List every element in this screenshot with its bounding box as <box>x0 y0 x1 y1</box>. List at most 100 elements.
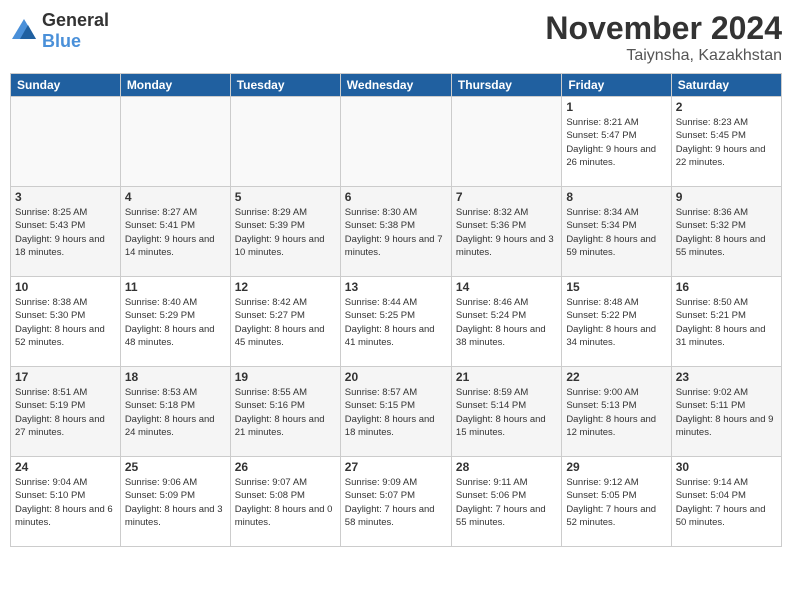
calendar-cell: 6 Sunrise: 8:30 AM Sunset: 5:38 PM Daylig… <box>340 187 451 277</box>
calendar-cell: 19 Sunrise: 8:55 AM Sunset: 5:16 PM Dayli… <box>230 367 340 457</box>
day-header-thursday: Thursday <box>451 74 561 97</box>
calendar-cell: 4 Sunrise: 8:27 AM Sunset: 5:41 PM Daylig… <box>120 187 230 277</box>
day-number: 12 <box>235 280 336 294</box>
page-title: November 2024 <box>545 10 782 47</box>
calendar-cell: 17 Sunrise: 8:51 AM Sunset: 5:19 PM Dayli… <box>11 367 121 457</box>
day-info: Sunrise: 8:30 AM Sunset: 5:38 PM Dayligh… <box>345 206 447 259</box>
day-number: 16 <box>676 280 777 294</box>
day-number: 27 <box>345 460 447 474</box>
day-info: Sunrise: 8:55 AM Sunset: 5:16 PM Dayligh… <box>235 386 336 439</box>
day-info: Sunrise: 8:40 AM Sunset: 5:29 PM Dayligh… <box>125 296 226 349</box>
calendar-cell: 27 Sunrise: 9:09 AM Sunset: 5:07 PM Dayli… <box>340 457 451 547</box>
day-info: Sunrise: 9:11 AM Sunset: 5:06 PM Dayligh… <box>456 476 557 529</box>
calendar-cell <box>120 97 230 187</box>
logo-blue-text: Blue <box>42 31 109 52</box>
calendar-cell <box>340 97 451 187</box>
day-info: Sunrise: 8:46 AM Sunset: 5:24 PM Dayligh… <box>456 296 557 349</box>
calendar-cell: 7 Sunrise: 8:32 AM Sunset: 5:36 PM Daylig… <box>451 187 561 277</box>
day-header-monday: Monday <box>120 74 230 97</box>
calendar-cell: 22 Sunrise: 9:00 AM Sunset: 5:13 PM Dayli… <box>562 367 671 457</box>
day-info: Sunrise: 8:50 AM Sunset: 5:21 PM Dayligh… <box>676 296 777 349</box>
day-number: 25 <box>125 460 226 474</box>
day-number: 22 <box>566 370 666 384</box>
day-number: 19 <box>235 370 336 384</box>
calendar-table: SundayMondayTuesdayWednesdayThursdayFrid… <box>10 73 782 547</box>
day-number: 9 <box>676 190 777 204</box>
day-info: Sunrise: 8:36 AM Sunset: 5:32 PM Dayligh… <box>676 206 777 259</box>
day-info: Sunrise: 8:34 AM Sunset: 5:34 PM Dayligh… <box>566 206 666 259</box>
day-number: 1 <box>566 100 666 114</box>
day-number: 7 <box>456 190 557 204</box>
calendar-cell: 9 Sunrise: 8:36 AM Sunset: 5:32 PM Daylig… <box>671 187 781 277</box>
calendar-cell: 18 Sunrise: 8:53 AM Sunset: 5:18 PM Dayli… <box>120 367 230 457</box>
day-info: Sunrise: 8:42 AM Sunset: 5:27 PM Dayligh… <box>235 296 336 349</box>
calendar-cell: 14Sunrise: 8:46 AM Sunset: 5:24 PM Dayli… <box>451 277 561 367</box>
day-info: Sunrise: 8:32 AM Sunset: 5:36 PM Dayligh… <box>456 206 557 259</box>
calendar-cell <box>451 97 561 187</box>
title-block: November 2024 Taiynsha, Kazakhstan <box>545 10 782 65</box>
day-number: 5 <box>235 190 336 204</box>
day-info: Sunrise: 8:53 AM Sunset: 5:18 PM Dayligh… <box>125 386 226 439</box>
day-number: 21 <box>456 370 557 384</box>
logo: General Blue <box>10 10 109 52</box>
calendar-cell: 28 Sunrise: 9:11 AM Sunset: 5:06 PM Dayli… <box>451 457 561 547</box>
calendar-cell: 11Sunrise: 8:40 AM Sunset: 5:29 PM Dayli… <box>120 277 230 367</box>
logo-general-text: General <box>42 10 109 31</box>
day-number: 28 <box>456 460 557 474</box>
calendar-cell: 26 Sunrise: 9:07 AM Sunset: 5:08 PM Dayli… <box>230 457 340 547</box>
calendar-cell: 24 Sunrise: 9:04 AM Sunset: 5:10 PM Dayli… <box>11 457 121 547</box>
calendar-cell: 21Sunrise: 8:59 AM Sunset: 5:14 PM Dayli… <box>451 367 561 457</box>
day-info: Sunrise: 8:23 AM Sunset: 5:45 PM Dayligh… <box>676 116 777 169</box>
calendar-cell: 30 Sunrise: 9:14 AM Sunset: 5:04 PM Dayli… <box>671 457 781 547</box>
day-info: Sunrise: 9:07 AM Sunset: 5:08 PM Dayligh… <box>235 476 336 529</box>
calendar-cell: 25 Sunrise: 9:06 AM Sunset: 5:09 PM Dayli… <box>120 457 230 547</box>
calendar-cell: 1 Sunrise: 8:21 AM Sunset: 5:47 PM Daylig… <box>562 97 671 187</box>
calendar-cell: 8 Sunrise: 8:34 AM Sunset: 5:34 PM Daylig… <box>562 187 671 277</box>
page-subtitle: Taiynsha, Kazakhstan <box>545 47 782 65</box>
day-number: 30 <box>676 460 777 474</box>
logo-icon <box>10 17 38 45</box>
day-info: Sunrise: 8:57 AM Sunset: 5:15 PM Dayligh… <box>345 386 447 439</box>
day-number: 23 <box>676 370 777 384</box>
day-info: Sunrise: 8:48 AM Sunset: 5:22 PM Dayligh… <box>566 296 666 349</box>
day-info: Sunrise: 9:00 AM Sunset: 5:13 PM Dayligh… <box>566 386 666 439</box>
calendar-cell: 15 Sunrise: 8:48 AM Sunset: 5:22 PM Dayli… <box>562 277 671 367</box>
day-header-friday: Friday <box>562 74 671 97</box>
calendar-cell: 2 Sunrise: 8:23 AM Sunset: 5:45 PM Daylig… <box>671 97 781 187</box>
day-info: Sunrise: 9:09 AM Sunset: 5:07 PM Dayligh… <box>345 476 447 529</box>
calendar-cell: 3 Sunrise: 8:25 AM Sunset: 5:43 PM Daylig… <box>11 187 121 277</box>
day-info: Sunrise: 8:38 AM Sunset: 5:30 PM Dayligh… <box>15 296 116 349</box>
day-info: Sunrise: 8:27 AM Sunset: 5:41 PM Dayligh… <box>125 206 226 259</box>
day-number: 2 <box>676 100 777 114</box>
day-number: 15 <box>566 280 666 294</box>
day-number: 3 <box>15 190 116 204</box>
day-number: 29 <box>566 460 666 474</box>
day-info: Sunrise: 8:29 AM Sunset: 5:39 PM Dayligh… <box>235 206 336 259</box>
calendar-cell <box>230 97 340 187</box>
day-info: Sunrise: 8:25 AM Sunset: 5:43 PM Dayligh… <box>15 206 116 259</box>
day-number: 20 <box>345 370 447 384</box>
calendar-cell: 20 Sunrise: 8:57 AM Sunset: 5:15 PM Dayli… <box>340 367 451 457</box>
day-number: 18 <box>125 370 226 384</box>
day-number: 6 <box>345 190 447 204</box>
day-number: 10 <box>15 280 116 294</box>
calendar-cell: 23 Sunrise: 9:02 AM Sunset: 5:11 PM Dayli… <box>671 367 781 457</box>
day-number: 24 <box>15 460 116 474</box>
day-info: Sunrise: 8:21 AM Sunset: 5:47 PM Dayligh… <box>566 116 666 169</box>
day-number: 8 <box>566 190 666 204</box>
day-header-saturday: Saturday <box>671 74 781 97</box>
day-number: 4 <box>125 190 226 204</box>
day-info: Sunrise: 9:14 AM Sunset: 5:04 PM Dayligh… <box>676 476 777 529</box>
day-info: Sunrise: 9:02 AM Sunset: 5:11 PM Dayligh… <box>676 386 777 439</box>
day-number: 17 <box>15 370 116 384</box>
day-info: Sunrise: 9:04 AM Sunset: 5:10 PM Dayligh… <box>15 476 116 529</box>
calendar-cell <box>11 97 121 187</box>
calendar-cell: 29Sunrise: 9:12 AM Sunset: 5:05 PM Dayli… <box>562 457 671 547</box>
day-number: 26 <box>235 460 336 474</box>
calendar-cell: 10 Sunrise: 8:38 AM Sunset: 5:30 PM Dayli… <box>11 277 121 367</box>
day-info: Sunrise: 8:51 AM Sunset: 5:19 PM Dayligh… <box>15 386 116 439</box>
day-number: 13 <box>345 280 447 294</box>
day-info: Sunrise: 9:06 AM Sunset: 5:09 PM Dayligh… <box>125 476 226 529</box>
day-header-tuesday: Tuesday <box>230 74 340 97</box>
calendar-cell: 12 Sunrise: 8:42 AM Sunset: 5:27 PM Dayli… <box>230 277 340 367</box>
